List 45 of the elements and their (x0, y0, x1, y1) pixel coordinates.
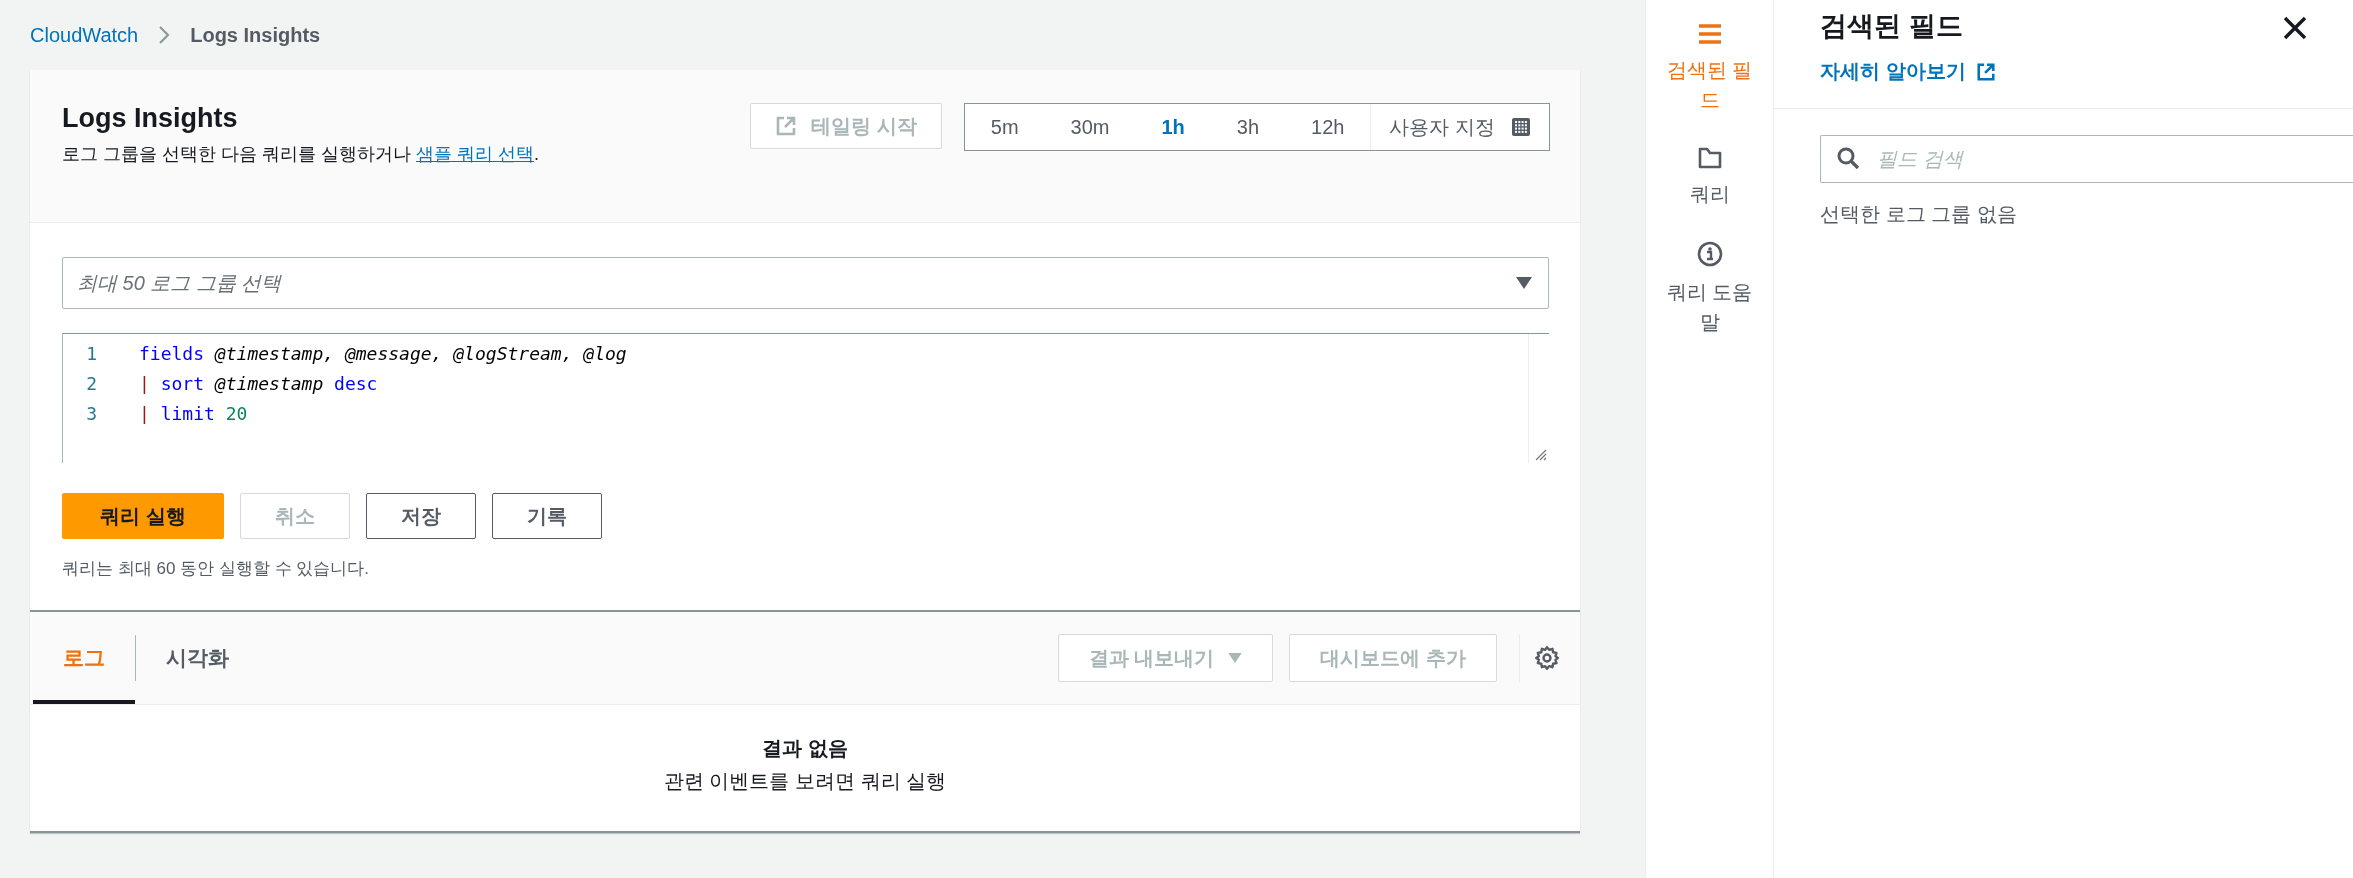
external-link-icon (775, 115, 798, 137)
page-title: Logs Insights (62, 103, 239, 134)
sample-query-link[interactable]: 샘플 쿼리 선택 (416, 144, 535, 164)
no-log-group-text: 선택한 로그 그룹 없음 (1820, 202, 2018, 227)
caret-down-icon (1516, 277, 1532, 289)
close-icon[interactable] (2283, 16, 2307, 40)
rail-item[interactable]: 쿼리 (1654, 146, 1765, 210)
time-range-option[interactable]: 5m (964, 104, 1045, 150)
log-group-select[interactable]: 최대 50 로그 그룹 선택 (62, 257, 1549, 309)
results-tab[interactable]: 시각화 (136, 612, 259, 704)
query-editor[interactable]: 1 fields @timestamp, @message, @logStream, @log 2 | sort @timestamp desc 3 | limit 20 (62, 333, 1549, 463)
line-number: 3 (85, 402, 97, 424)
time-range-option[interactable]: 3h (1210, 104, 1286, 150)
learn-more-link[interactable]: 자세히 알아보기 (1820, 58, 1996, 85)
code-line: | limit 20 (139, 402, 248, 424)
time-range-option[interactable]: 1h (1135, 104, 1211, 150)
info-icon (1696, 241, 1723, 267)
resize-grip-icon[interactable] (1533, 447, 1547, 461)
action-button[interactable]: 저장 (366, 493, 476, 539)
caret-down-icon (1228, 653, 1243, 663)
action-button[interactable]: 기록 (492, 493, 602, 539)
field-search-input[interactable]: 필드 검색 (1820, 135, 2353, 183)
breadcrumb-current: Logs Insights (190, 23, 321, 47)
time-range-option[interactable]: 12h (1285, 104, 1371, 150)
empty-results-title: 결과 없음 (762, 736, 848, 761)
time-range-option[interactable]: 30m (1044, 104, 1136, 150)
folder-icon (1697, 147, 1722, 169)
menu-icon (1697, 23, 1722, 45)
custom-range-button[interactable]: 사용자 지정 (1370, 104, 1549, 150)
empty-results-text: 관련 이벤트를 보려면 쿼리 실행 (663, 769, 947, 794)
breadcrumb-link[interactable]: CloudWatch (30, 23, 139, 47)
calendar-icon (1511, 117, 1531, 137)
log-group-placeholder: 최대 50 로그 그룹 선택 (77, 270, 282, 296)
settings-icon[interactable] (1534, 645, 1560, 671)
external-link-icon (1975, 61, 1996, 82)
code-line: | sort @timestamp desc (139, 372, 378, 394)
rail-item[interactable]: 쿼리 도움말 (1654, 240, 1765, 338)
page-description: 로그 그룹을 선택한 다음 쿼리를 실행하거나 샘플 쿼리 선택. (62, 143, 541, 166)
chevron-right-icon (158, 25, 171, 45)
code-line: fields @timestamp, @message, @logStream, @log (139, 342, 627, 364)
run-query-button[interactable]: 쿼리 실행 (62, 493, 224, 539)
line-number: 2 (85, 372, 97, 394)
line-number: 1 (85, 342, 97, 364)
panel-title: 검색된 필드 (1820, 10, 1964, 43)
query-time-hint: 쿼리는 최대 60 동안 실행할 수 있습니다. (62, 558, 370, 580)
